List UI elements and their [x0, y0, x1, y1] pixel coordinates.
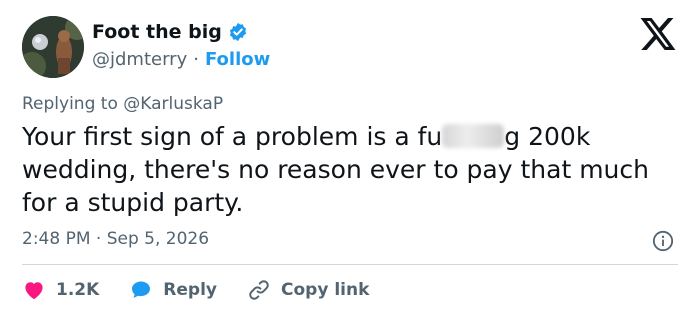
divider	[22, 264, 678, 265]
copy-link-button[interactable]: Copy link	[247, 278, 369, 302]
copy-link-label: Copy link	[281, 280, 370, 300]
reply-label: Reply	[163, 280, 217, 300]
censored-blur	[442, 124, 505, 148]
replying-to-line: Replying to @KarluskaP	[22, 93, 223, 115]
link-icon	[249, 280, 269, 300]
verified-badge-icon	[229, 22, 246, 42]
action-bar: 1.2K Reply Copy link	[22, 276, 399, 304]
tweet-card: Foot the big @jdmterry · Follow Replying…	[0, 0, 700, 318]
separator-dot: ·	[193, 49, 199, 70]
avatar[interactable]	[22, 16, 84, 78]
tweet-text: Your first sign of a problem is a fu g 20…	[22, 120, 682, 219]
replying-to-prefix: Replying to	[22, 94, 118, 114]
author-handle[interactable]: @jdmterry	[92, 48, 187, 72]
replying-to-mention[interactable]: @KarluskaP	[123, 94, 223, 114]
tweet-text-part-1: Your first sign of a problem is a fu	[22, 122, 443, 151]
info-icon[interactable]	[652, 230, 674, 252]
author-name-row: Foot the big	[92, 20, 248, 44]
x-logo-icon[interactable]	[640, 18, 676, 50]
author-display-name[interactable]: Foot the big	[92, 20, 222, 44]
reply-button[interactable]: Reply	[129, 278, 217, 302]
heart-icon	[25, 282, 43, 300]
avatar-image	[22, 16, 84, 78]
author-handle-row: @jdmterry · Follow	[92, 48, 270, 72]
tweet-timestamp[interactable]: 2:48 PM · Sep 5, 2026	[22, 228, 209, 250]
speech-bubble-icon	[132, 281, 151, 298]
like-button[interactable]: 1.2K	[22, 278, 99, 302]
follow-button[interactable]: Follow	[205, 48, 270, 72]
like-count: 1.2K	[56, 280, 100, 300]
